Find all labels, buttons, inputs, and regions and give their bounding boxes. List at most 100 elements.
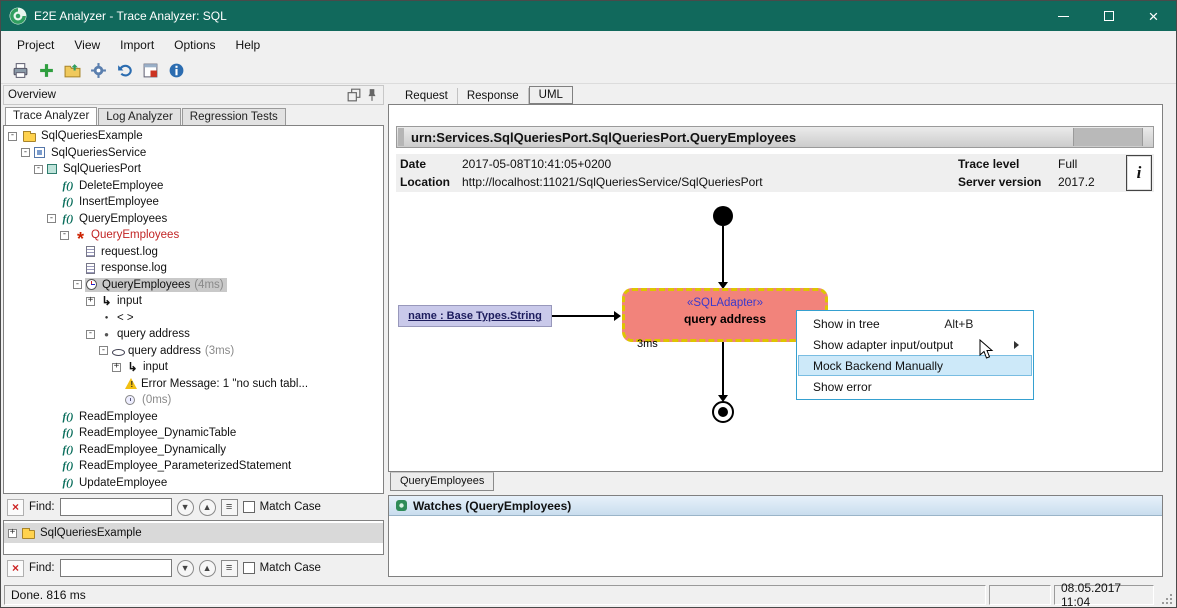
- undo-button[interactable]: [113, 60, 135, 82]
- find-next-button[interactable]: ▼: [177, 499, 194, 516]
- minimize-button[interactable]: [1041, 1, 1086, 31]
- tree-expander-icon[interactable]: [86, 297, 95, 306]
- tree-row[interactable]: ReadEmployee_Dynamically: [4, 442, 383, 459]
- tree-row[interactable]: response.log: [4, 260, 383, 277]
- final-node[interactable]: [712, 401, 734, 423]
- tree-node-icon: [60, 179, 76, 192]
- tree-expander-icon[interactable]: [112, 363, 121, 372]
- close-icon: ×: [1149, 8, 1159, 25]
- tree-node-icon: [60, 196, 76, 209]
- window-title: E2E Analyzer - Trace Analyzer: SQL: [34, 9, 227, 23]
- print-button[interactable]: [9, 60, 31, 82]
- menu-item[interactable]: Options: [164, 34, 225, 56]
- tree-expander-icon[interactable]: [47, 214, 56, 223]
- tree-row[interactable]: Error Message: 1 "no such tabl...: [4, 376, 383, 393]
- tree-node-icon: [23, 133, 36, 142]
- tree-expander-icon[interactable]: [34, 165, 43, 174]
- tree-row[interactable]: input: [4, 359, 383, 376]
- tree-expander-icon[interactable]: [21, 148, 30, 157]
- tree-row[interactable]: SqlQueriesPort: [4, 161, 383, 178]
- tree-row[interactable]: QueryEmployees (4ms): [4, 277, 383, 294]
- context-menu-item[interactable]: Show error: [798, 376, 1032, 397]
- find-highlight-button[interactable]: ≡: [221, 499, 238, 516]
- context-menu-item[interactable]: Mock Backend Manually: [798, 355, 1032, 376]
- tree-row[interactable]: input: [4, 293, 383, 310]
- find-previous-button[interactable]: ▲: [199, 560, 216, 577]
- context-menu-item[interactable]: Show adapter input/output: [798, 334, 1032, 355]
- new-button[interactable]: [35, 60, 57, 82]
- context-menu-item[interactable]: Show in tree Alt+B: [798, 313, 1032, 334]
- context-menu-item-label: Mock Backend Manually: [813, 359, 943, 373]
- tree-row[interactable]: QueryEmployees: [4, 211, 383, 228]
- info-button[interactable]: [165, 60, 187, 82]
- menu-item[interactable]: View: [64, 34, 110, 56]
- menu-item[interactable]: Help: [226, 34, 271, 56]
- tree-row[interactable]: query address (3ms): [4, 343, 383, 360]
- tree-node-label: QueryEmployees: [102, 279, 190, 291]
- tree-row[interactable]: request.log: [4, 244, 383, 261]
- context-menu-item-label: Show in tree: [813, 317, 880, 331]
- maximize-button[interactable]: [1086, 1, 1131, 31]
- find-input[interactable]: [60, 559, 172, 577]
- trace-tree: SqlQueriesExample SqlQueriesService: [3, 125, 384, 494]
- tree-row[interactable]: ReadEmployee_ParameterizedStatement: [4, 458, 383, 475]
- overview-tab[interactable]: Trace Analyzer: [5, 107, 97, 125]
- tree-row[interactable]: UpdateEmployee: [4, 475, 383, 492]
- tree-expander-icon[interactable]: [60, 231, 69, 240]
- tree-node-icon: [86, 263, 95, 274]
- tree-expander-icon[interactable]: [8, 529, 17, 538]
- float-panel-icon[interactable]: [347, 88, 361, 102]
- tree-node-duration: (4ms): [194, 279, 223, 291]
- tree-node-label: response.log: [101, 262, 167, 274]
- tree-row[interactable]: ReadEmployee: [4, 409, 383, 426]
- tree-row[interactable]: SqlQueriesService: [4, 145, 383, 162]
- view-tab[interactable]: Request: [396, 88, 458, 104]
- trace-instance-tab[interactable]: QueryEmployees: [390, 472, 494, 491]
- match-case-checkbox[interactable]: [243, 501, 255, 513]
- plus-icon: [38, 62, 55, 79]
- find-close-button[interactable]: ×: [7, 499, 24, 516]
- tree-row[interactable]: query address: [4, 326, 383, 343]
- find-highlight-button[interactable]: ≡: [221, 560, 238, 577]
- tree-node-label: QueryEmployees: [91, 229, 179, 241]
- find-input[interactable]: [60, 498, 172, 516]
- input-pin-label[interactable]: name : Base Types.String: [398, 305, 552, 327]
- view-tab[interactable]: UML: [529, 86, 573, 104]
- tree-node-label: SqlQueriesService: [51, 147, 146, 159]
- view-tab[interactable]: Response: [458, 88, 529, 104]
- tree-expander-icon[interactable]: [73, 280, 82, 289]
- report-button[interactable]: [139, 60, 161, 82]
- tree-expander-icon[interactable]: [99, 346, 108, 355]
- tree-row[interactable]: DeleteEmployee: [4, 178, 383, 195]
- tree-row[interactable]: (0ms): [4, 392, 383, 409]
- tree-row[interactable]: < >: [4, 310, 383, 327]
- find-bar-2: × Find: ▼ ▲ ≡ Match Case: [3, 555, 384, 581]
- settings-button[interactable]: [87, 60, 109, 82]
- tree-node-icon: [99, 295, 114, 308]
- control-flow-edge: [722, 226, 724, 282]
- tree-node-icon: [86, 279, 97, 290]
- tree-expander-icon[interactable]: [8, 132, 17, 141]
- pin-icon[interactable]: [365, 88, 379, 102]
- trace-info-button[interactable]: i: [1126, 155, 1152, 191]
- tree-row[interactable]: QueryEmployees: [4, 227, 383, 244]
- match-case-checkbox[interactable]: [243, 562, 255, 574]
- find-close-button[interactable]: ×: [7, 560, 24, 577]
- overview-tab[interactable]: Regression Tests: [182, 108, 286, 125]
- tree-row[interactable]: InsertEmployee: [4, 194, 383, 211]
- initial-node[interactable]: [713, 206, 733, 226]
- resize-grip[interactable]: [1157, 585, 1173, 605]
- tree-row[interactable]: ReadEmployee_DynamicTable: [4, 425, 383, 442]
- tree-row[interactable]: SqlQueriesExample: [4, 523, 383, 543]
- find-next-button[interactable]: ▼: [177, 560, 194, 577]
- close-button[interactable]: ×: [1131, 1, 1176, 31]
- tree-node-icon: [60, 212, 76, 225]
- tree-node-icon: [34, 147, 45, 158]
- find-previous-button[interactable]: ▲: [199, 499, 216, 516]
- overview-tab[interactable]: Log Analyzer: [98, 108, 181, 125]
- tree-row[interactable]: SqlQueriesExample: [4, 128, 383, 145]
- open-button[interactable]: [61, 60, 83, 82]
- menu-item[interactable]: Project: [7, 34, 64, 56]
- tree-expander-icon[interactable]: [86, 330, 95, 339]
- menu-item[interactable]: Import: [110, 34, 164, 56]
